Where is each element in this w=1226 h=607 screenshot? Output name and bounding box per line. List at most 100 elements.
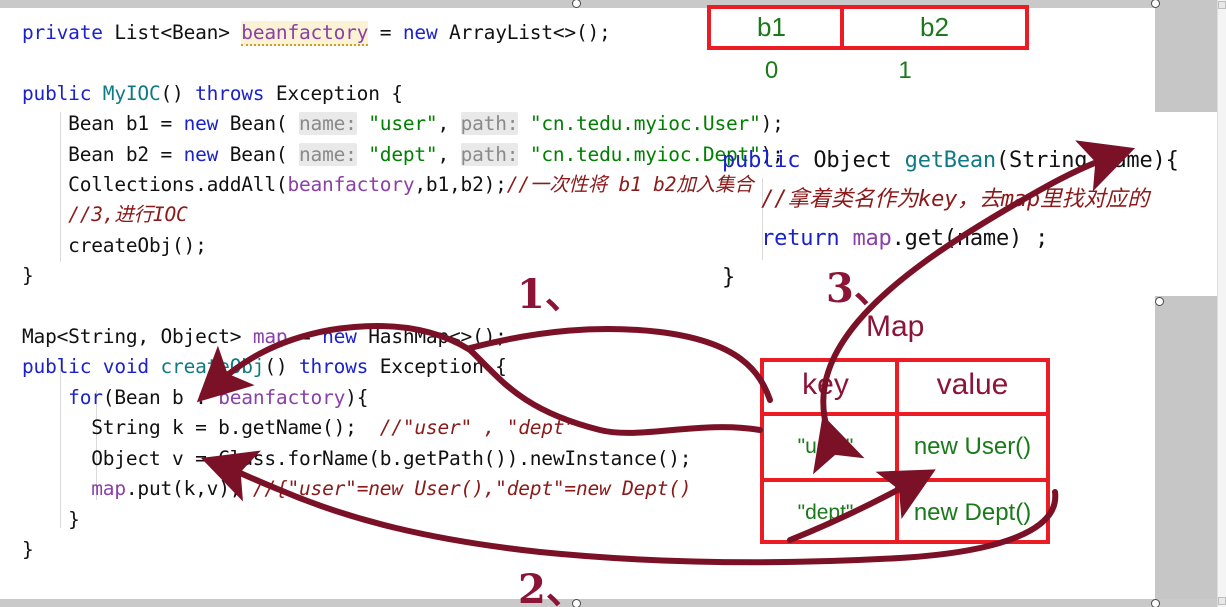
code-line: public void createObj() throws Exception…	[22, 352, 784, 382]
map-header-value: value	[936, 368, 1009, 401]
code-token: ,	[437, 112, 461, 136]
scroll-down-arrow-icon[interactable]	[1218, 597, 1226, 605]
code-token: createObj	[160, 355, 265, 379]
code-line: public MyIOC() throws Exception {	[22, 79, 784, 109]
code-token: new	[402, 21, 450, 44]
bottom-gray-bar	[0, 599, 1226, 607]
code-token: HashMap<>();	[368, 325, 507, 349]
map-label: Map	[866, 310, 925, 343]
code-token: Object	[813, 148, 905, 173]
code-token: "dept"	[368, 142, 438, 166]
code-line: Bean b2 = new Bean( name: "dept", path: …	[22, 140, 784, 170]
code-token: addAll	[206, 173, 276, 197]
code-token: ArrayList<>();	[449, 21, 611, 44]
selection-handle-bottom-right[interactable]	[1151, 599, 1160, 607]
code-token: ,	[437, 142, 461, 166]
code-line: }	[22, 261, 784, 291]
list-index-0: 0	[764, 57, 779, 84]
code-line	[22, 48, 784, 78]
top-gray-bar	[0, 0, 1226, 8]
code-token: for	[68, 385, 103, 409]
code-token: public	[22, 81, 103, 105]
code-token: }	[22, 507, 80, 531]
code-token: =	[287, 325, 323, 349]
list-cell-b1: b1	[757, 12, 786, 42]
code-token: throws	[195, 81, 276, 105]
code-token: Bean(	[229, 112, 299, 136]
code-token: //拿着类名作为key，去map里找对应的	[761, 187, 1149, 212]
code-token: (String name){	[995, 148, 1179, 173]
code-line: String k = b.getName(); //"user" , "dept…	[22, 413, 784, 443]
code-token: new	[183, 112, 230, 136]
code-token: Exception {	[379, 355, 507, 379]
code-token: Collections.	[22, 173, 207, 197]
code-line: }	[722, 258, 1179, 297]
code-token: throws	[298, 355, 380, 379]
map-row-1-key: "dept"	[797, 501, 854, 524]
code-token: //{"user"=new User(),"dept"=new Dept()	[252, 477, 692, 501]
code-line: for(Bean b : beanfactory){	[22, 383, 784, 413]
code-token: name:	[298, 112, 357, 136]
code-token: //一次性将 b1 b2加入集合	[506, 173, 754, 197]
list-index-1: 1	[898, 57, 912, 84]
code-token: Exception {	[275, 81, 403, 105]
right-gray-panel-bottom	[1155, 296, 1217, 599]
code-token: map	[852, 226, 892, 251]
annotation-step-3: 3、	[826, 265, 894, 312]
code-block-myioc: private List<Bean> beanfactory = new Arr…	[22, 18, 784, 565]
code-line: private List<Bean> beanfactory = new Arr…	[22, 18, 784, 48]
code-line: return map.get(name) ;	[722, 219, 1179, 258]
code-token: }	[722, 265, 736, 290]
code-token: name:	[298, 142, 357, 166]
code-token: //3,进行IOC	[22, 203, 188, 227]
selection-handle-mid-right[interactable]	[1155, 297, 1164, 306]
map-header-key: key	[802, 368, 849, 401]
code-token: getBean	[904, 148, 997, 173]
list-cell-b2: b2	[920, 12, 949, 42]
code-line: createObj();	[22, 231, 784, 261]
code-line: Bean b1 = new Bean( name: "user", path: …	[22, 109, 784, 139]
code-token: public void	[22, 355, 161, 379]
code-token: map	[91, 477, 126, 501]
annotation-step-2: 2、	[518, 566, 586, 607]
code-token: (	[275, 173, 288, 197]
code-token: (Bean b :	[102, 385, 219, 409]
code-token: private	[22, 21, 115, 44]
code-token: beanfactory	[287, 173, 415, 197]
code-token: =	[368, 21, 403, 44]
code-line: Collections.addAll(beanfactory,b1,b2);//…	[22, 170, 784, 200]
code-token: //"user" , "dept"	[379, 416, 576, 440]
code-block-getbean: public Object getBean(String name){ //拿着…	[722, 141, 1179, 297]
code-token: ()	[264, 355, 299, 379]
code-line: public Object getBean(String name){	[722, 141, 1179, 180]
code-token: public	[722, 148, 814, 173]
code-line: map.put(k,v); //{"user"=new User(),"dept…	[22, 474, 784, 504]
code-line	[22, 292, 784, 322]
code-token: beanfactory	[241, 21, 369, 46]
right-gray-panel-top	[1155, 0, 1217, 112]
annotation-step-1: 1、	[517, 271, 585, 318]
code-token: ){	[345, 385, 369, 409]
map-row-0-key: "user"	[797, 435, 854, 458]
code-token: Map<String, Object>	[22, 325, 253, 349]
vertical-scrollbar[interactable]	[1217, 0, 1226, 607]
code-token: );	[760, 112, 784, 136]
code-token: new	[183, 142, 230, 166]
code-token: beanfactory	[218, 385, 346, 409]
code-token: }	[22, 537, 34, 561]
map-row-1-value: new Dept()	[913, 499, 1032, 526]
map-row-0-value: new User()	[913, 433, 1032, 460]
code-line: }	[22, 505, 784, 535]
code-token: (b.getPath()).newInstance();	[368, 446, 692, 470]
code-token: Bean b2 =	[22, 142, 184, 166]
scroll-up-arrow-icon[interactable]	[1218, 1, 1226, 9]
